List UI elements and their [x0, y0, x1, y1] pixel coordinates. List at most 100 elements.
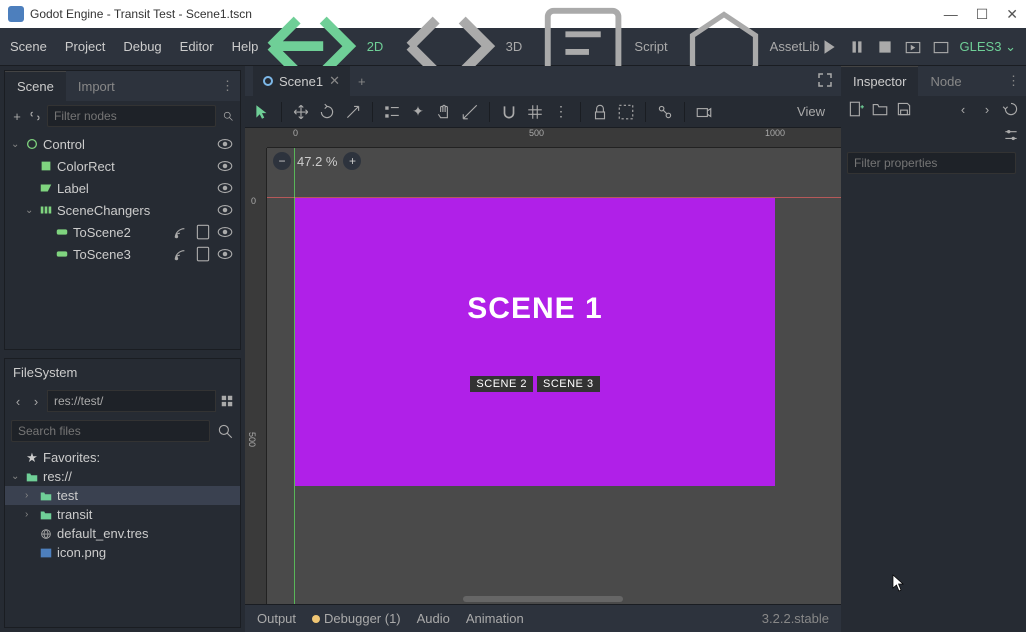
distraction-free-button[interactable] [817, 72, 833, 91]
tab-output[interactable]: Output [257, 611, 296, 626]
maximize-button[interactable]: ☐ [976, 6, 989, 23]
close-tab-button[interactable]: ✕ [329, 73, 340, 89]
script-icon[interactable] [194, 245, 212, 263]
pivot-tool[interactable]: ✦ [409, 103, 427, 121]
node-toscene2[interactable]: ToScene2 [5, 221, 240, 243]
menu-help[interactable]: Help [232, 39, 259, 54]
scene-tree: ⌄ Control ColorRect Label [5, 131, 240, 267]
menu-project[interactable]: Project [65, 39, 105, 54]
visibility-icon[interactable] [216, 157, 234, 175]
nav-back-button[interactable]: ‹ [11, 392, 25, 410]
visibility-icon[interactable] [216, 135, 234, 153]
menu-scene[interactable]: Scene [10, 39, 47, 54]
expand-toggle[interactable]: › [25, 490, 35, 501]
tab-debugger[interactable]: Debugger (1) [312, 611, 401, 626]
colorrect-icon [39, 159, 53, 173]
fs-icon-png[interactable]: icon.png [5, 543, 240, 562]
tab-import[interactable]: Import [66, 71, 127, 101]
visibility-icon[interactable] [216, 223, 234, 241]
pause-button[interactable] [848, 38, 866, 56]
close-button[interactable]: ✕ [1006, 6, 1018, 23]
history-back-button[interactable]: ‹ [954, 100, 972, 118]
menu-editor[interactable]: Editor [180, 39, 214, 54]
resource-new-button[interactable] [847, 100, 865, 118]
inspector-panel-menu[interactable]: ⋮ [1001, 73, 1026, 89]
signal-icon[interactable] [172, 223, 190, 241]
play-custom-button[interactable] [932, 38, 950, 56]
node-label[interactable]: Label [5, 177, 240, 199]
tab-scene[interactable]: Scene [5, 71, 66, 101]
scene2-button[interactable]: SCENE 2 [470, 376, 533, 392]
tab-node[interactable]: Node [918, 66, 973, 96]
instance-button[interactable] [29, 107, 41, 125]
grid-snap-toggle[interactable] [526, 103, 544, 121]
camera-button[interactable] [695, 103, 713, 121]
node-colorrect[interactable]: ColorRect [5, 155, 240, 177]
ruler-horizontal[interactable]: 0 500 1000 [267, 128, 841, 148]
play-button[interactable] [820, 38, 838, 56]
tab-audio[interactable]: Audio [417, 611, 450, 626]
fs-test[interactable]: › test [5, 486, 240, 505]
move-tool[interactable] [292, 103, 310, 121]
tab-animation[interactable]: Animation [466, 611, 524, 626]
fs-root[interactable]: ⌄ res:// [5, 467, 240, 486]
rotate-tool[interactable] [318, 103, 336, 121]
bone-button[interactable] [656, 103, 674, 121]
fs-default-env[interactable]: default_env.tres [5, 524, 240, 543]
nav-forward-button[interactable]: › [29, 392, 43, 410]
resource-load-button[interactable] [871, 100, 889, 118]
visibility-icon[interactable] [216, 179, 234, 197]
scene3-button[interactable]: SCENE 3 [537, 376, 600, 392]
node-control[interactable]: ⌄ Control [5, 133, 240, 155]
add-node-button[interactable]: + [11, 107, 23, 125]
fs-transit[interactable]: › transit [5, 505, 240, 524]
settings-icon[interactable] [1002, 126, 1020, 144]
tab-inspector[interactable]: Inspector [841, 66, 918, 96]
snap-config[interactable]: ⋮ [552, 103, 570, 121]
zoom-in-button[interactable]: + [343, 152, 361, 170]
canvas-viewport[interactable]: 0 500 1000 0 500 − 47.2 % + SCENE 1 SCEN… [245, 128, 841, 604]
scene-tab-scene1[interactable]: Scene1 ✕ [253, 66, 350, 96]
pan-tool[interactable] [435, 103, 453, 121]
ruler-tool[interactable] [461, 103, 479, 121]
expand-toggle[interactable]: ⌄ [25, 205, 35, 216]
expand-toggle[interactable]: › [25, 509, 35, 520]
view-mode-button[interactable] [220, 392, 234, 410]
path-input[interactable] [47, 390, 216, 412]
scene-panel-menu[interactable]: ⋮ [215, 78, 240, 94]
signal-icon[interactable] [172, 245, 190, 263]
zoom-out-button[interactable]: − [273, 152, 291, 170]
visibility-icon[interactable] [216, 201, 234, 219]
expand-toggle[interactable]: ⌄ [11, 471, 21, 482]
snap-toggle[interactable] [500, 103, 518, 121]
list-select-tool[interactable] [383, 103, 401, 121]
stop-button[interactable] [876, 38, 894, 56]
fs-favorites[interactable]: ★ Favorites: [5, 448, 240, 467]
group-button[interactable] [617, 103, 635, 121]
history-forward-button[interactable]: › [978, 100, 996, 118]
expand-toggle[interactable]: ⌄ [11, 139, 21, 150]
play-scene-button[interactable] [904, 38, 922, 56]
filter-nodes-input[interactable] [47, 105, 216, 127]
select-tool[interactable] [253, 103, 271, 121]
minimize-button[interactable]: — [944, 6, 958, 23]
script-icon[interactable] [194, 223, 212, 241]
history-button[interactable] [1002, 100, 1020, 118]
ruler-vertical[interactable]: 0 500 [245, 148, 267, 604]
visibility-icon[interactable] [216, 245, 234, 263]
resource-save-button[interactable] [895, 100, 913, 118]
lock-button[interactable] [591, 103, 609, 121]
scene-tabs-bar: Scene1 ✕ + [245, 66, 841, 96]
menu-debug[interactable]: Debug [123, 39, 161, 54]
filter-properties-input[interactable] [847, 152, 1016, 174]
node-scenechangers[interactable]: ⌄ SceneChangers [5, 199, 240, 221]
scrollbar-horizontal[interactable] [463, 596, 623, 602]
scene-content[interactable]: SCENE 1 SCENE 2 SCENE 3 [295, 198, 775, 486]
search-files-input[interactable] [11, 420, 210, 442]
zoom-value[interactable]: 47.2 % [297, 154, 337, 169]
new-tab-button[interactable]: + [350, 74, 374, 89]
renderer-select[interactable]: GLES3 ⌄ [960, 39, 1016, 55]
view-menu[interactable]: View [789, 102, 833, 121]
scale-tool[interactable] [344, 103, 362, 121]
node-toscene3[interactable]: ToScene3 [5, 243, 240, 265]
